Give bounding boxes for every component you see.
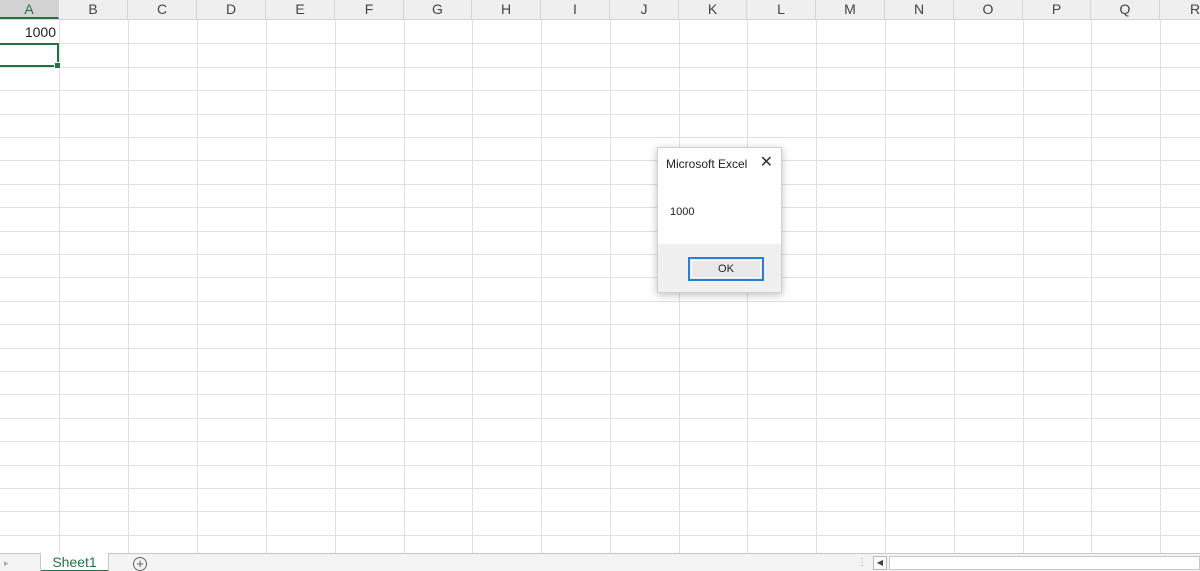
column-header-d[interactable]: D xyxy=(197,0,266,19)
row-gridline xyxy=(0,160,1200,161)
column-gridline xyxy=(266,20,267,553)
column-header-c[interactable]: C xyxy=(128,0,197,19)
row-gridline xyxy=(0,371,1200,372)
row-gridline xyxy=(0,511,1200,512)
column-gridline xyxy=(59,20,60,553)
row-gridline xyxy=(0,324,1200,325)
row-gridline xyxy=(0,231,1200,232)
row-gridline xyxy=(0,301,1200,302)
column-header-o[interactable]: O xyxy=(954,0,1023,19)
button-focus-ring xyxy=(691,260,761,278)
row-gridline xyxy=(0,418,1200,419)
sheet-nav-icon[interactable]: ▸ xyxy=(4,558,9,569)
column-header-b[interactable]: B xyxy=(59,0,128,19)
column-gridline xyxy=(404,20,405,553)
column-header-a[interactable]: A xyxy=(0,0,59,19)
column-header-p[interactable]: P xyxy=(1023,0,1091,19)
column-header-r[interactable]: R xyxy=(1160,0,1200,19)
row-gridline xyxy=(0,67,1200,68)
add-sheet-button[interactable]: + xyxy=(133,557,147,571)
dialog-title: Microsoft Excel xyxy=(666,157,748,171)
column-header-j[interactable]: J xyxy=(610,0,679,19)
column-header-bar: A B C D E F G H I J K L M N O P Q R xyxy=(0,0,1200,20)
row-gridline xyxy=(0,114,1200,115)
column-header-k[interactable]: K xyxy=(679,0,747,19)
column-gridline xyxy=(885,20,886,553)
column-header-f[interactable]: F xyxy=(335,0,404,19)
column-gridline xyxy=(816,20,817,553)
message-dialog: Microsoft Excel ✕ 1000 OK xyxy=(657,147,782,293)
column-header-h[interactable]: H xyxy=(472,0,541,19)
column-gridline xyxy=(128,20,129,553)
cell-a1[interactable]: 1000 xyxy=(0,20,58,42)
column-header-l[interactable]: L xyxy=(747,0,816,19)
divider xyxy=(108,554,109,571)
column-header-m[interactable]: M xyxy=(816,0,885,19)
horizontal-scrollbar[interactable] xyxy=(889,556,1200,570)
column-gridline xyxy=(954,20,955,553)
sheet-tab-bar: ▸ Sheet1 + ⋮ ◀ xyxy=(0,553,1200,571)
dialog-message: 1000 xyxy=(670,206,695,218)
column-header-e[interactable]: E xyxy=(266,0,335,19)
excel-window: A B C D E F G H I J K L M N O P Q R 1000… xyxy=(0,0,1200,571)
column-gridline xyxy=(1023,20,1024,553)
column-gridline xyxy=(1160,20,1161,553)
column-gridline xyxy=(197,20,198,553)
column-header-q[interactable]: Q xyxy=(1091,0,1160,19)
cell-grid[interactable]: 1000 xyxy=(0,20,1200,553)
dialog-footer: OK xyxy=(658,244,781,292)
column-gridline xyxy=(1091,20,1092,553)
column-header-n[interactable]: N xyxy=(885,0,954,19)
column-gridline xyxy=(472,20,473,553)
column-gridline xyxy=(541,20,542,553)
row-gridline xyxy=(0,137,1200,138)
row-gridline xyxy=(0,277,1200,278)
column-gridline xyxy=(610,20,611,553)
row-gridline xyxy=(0,207,1200,208)
row-gridline xyxy=(0,394,1200,395)
column-header-i[interactable]: I xyxy=(541,0,610,19)
ok-button[interactable]: OK xyxy=(688,257,764,281)
splitter-handle-icon[interactable]: ⋮ xyxy=(857,557,867,569)
row-gridline xyxy=(0,488,1200,489)
row-gridline xyxy=(0,348,1200,349)
row-gridline xyxy=(0,43,1200,44)
scroll-left-icon[interactable]: ◀ xyxy=(873,556,887,570)
close-icon[interactable]: ✕ xyxy=(760,154,773,172)
active-cell-selection[interactable] xyxy=(0,43,61,69)
column-gridline xyxy=(335,20,336,553)
row-gridline xyxy=(0,465,1200,466)
fill-handle[interactable] xyxy=(54,62,61,69)
row-gridline xyxy=(0,254,1200,255)
row-gridline xyxy=(0,535,1200,536)
sheet-tab-sheet1[interactable]: Sheet1 xyxy=(41,553,108,571)
row-gridline xyxy=(0,441,1200,442)
row-gridline xyxy=(0,184,1200,185)
column-header-g[interactable]: G xyxy=(404,0,472,19)
row-gridline xyxy=(0,90,1200,91)
